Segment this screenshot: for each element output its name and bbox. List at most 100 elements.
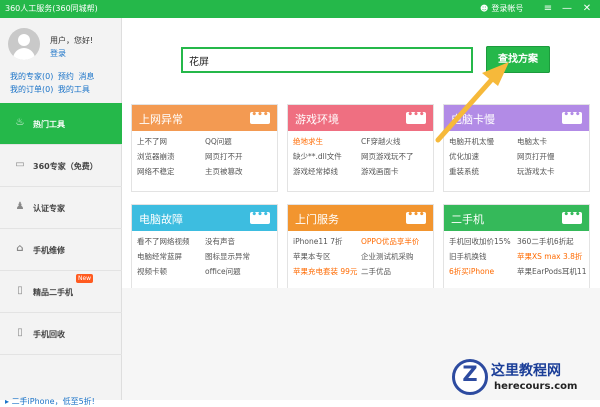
quick-links: 我的专家(0) 预约 消息 我的订单(0) 我的工具 xyxy=(10,70,118,96)
card-link[interactable]: 苹果EarPods耳机11 xyxy=(517,267,586,277)
promo-link[interactable]: ▸ 二手iPhone，低至5折! xyxy=(5,396,95,407)
sidebar-item-used-phones[interactable]: ▯ 精品二手机 New xyxy=(0,271,122,313)
site-watermark: Z 这里教程网 herecours.com xyxy=(452,357,600,400)
more-icon[interactable]: ••• xyxy=(562,211,582,224)
card-link[interactable]: 苹果充电套装 99元 xyxy=(293,267,357,277)
sidebar-item-certified-expert[interactable]: ♟ 认证专家 xyxy=(0,187,122,229)
sidebar-item-label: 热门工具 xyxy=(33,120,65,129)
card-title: 上网异常 xyxy=(139,113,183,126)
avatar[interactable] xyxy=(8,28,40,60)
minimize-icon[interactable]: — xyxy=(560,2,574,16)
card-link[interactable]: 游戏画面卡 xyxy=(361,167,399,177)
my-experts-link[interactable]: 我的专家(0) xyxy=(10,72,53,81)
appointment-link[interactable]: 预约 xyxy=(58,72,74,81)
sidebar-item-hot-tools[interactable]: ♨ 热门工具 xyxy=(0,103,122,145)
card-link[interactable]: 缺少**.dll文件 xyxy=(293,152,342,162)
sidebar: 用户，您好! 登录 我的专家(0) 预约 消息 我的订单(0) 我的工具 ♨ 热… xyxy=(0,18,122,406)
watermark-url: herecours.com xyxy=(494,381,578,392)
more-icon[interactable]: ••• xyxy=(250,211,270,224)
new-badge: New xyxy=(76,274,94,283)
card-link[interactable]: 网页打不开 xyxy=(205,152,243,162)
card-items: 看不了网络视频 没有声音电脑经常蓝屏 图标显示异常视频卡顿 office问题 xyxy=(132,231,277,293)
card-link[interactable]: 电脑经常蓝屏 xyxy=(137,252,182,262)
category-card: 电脑故障 ••• 看不了网络视频 没有声音电脑经常蓝屏 图标显示异常视频卡顿 office… xyxy=(131,204,278,292)
card-link[interactable]: 手机回收加价15% xyxy=(449,237,511,247)
card-link[interactable]: 玩游戏太卡 xyxy=(517,167,555,177)
card-link[interactable]: 360二手机6折起 xyxy=(517,237,574,247)
card-link[interactable]: 上不了网 xyxy=(137,137,167,147)
messages-link[interactable]: 消息 xyxy=(78,72,94,81)
close-icon[interactable]: ✕ xyxy=(580,2,594,16)
card-link[interactable]: CF穿越火线 xyxy=(361,137,401,147)
category-card: 上网异常 ••• 上不了网 QQ问题浏览器崩溃 网页打不开网络不稳定 主页被篡改 xyxy=(131,104,278,192)
card-header: 二手机 ••• xyxy=(444,205,589,231)
megaphone-icon: ▸ xyxy=(5,397,10,406)
card-link[interactable]: office问题 xyxy=(205,267,241,277)
sidebar-item-360-expert[interactable]: ▭ 360专家（免费） xyxy=(0,145,122,187)
card-link[interactable]: OPPO优品享半价 xyxy=(361,237,419,247)
card-link[interactable]: 浏览器崩溃 xyxy=(137,152,175,162)
home-icon: ⌂ xyxy=(16,243,24,254)
flame-icon: ♨ xyxy=(15,117,25,128)
login-account-label: 登录帐号 xyxy=(491,4,524,13)
card-link[interactable]: 看不了网络视频 xyxy=(137,237,190,247)
card-link[interactable]: QQ问题 xyxy=(205,137,232,147)
card-link[interactable]: 电脑太卡 xyxy=(517,137,547,147)
card-link[interactable]: 苹果XS max 3.8折 xyxy=(517,252,582,262)
card-header: 游戏环境 ••• xyxy=(288,105,433,131)
card-link[interactable]: 网页打开慢 xyxy=(517,152,555,162)
category-card: 电脑卡慢 ••• 电脑开机太慢 电脑太卡 优化加速 网页打开慢 重装系统 玩游戏太卡 xyxy=(443,104,590,192)
card-link[interactable]: 网页游戏玩不了 xyxy=(361,152,414,162)
more-icon[interactable]: ••• xyxy=(562,111,582,124)
card-link[interactable]: 旧手机换钱 xyxy=(449,252,487,262)
card-link[interactable]: 网络不稳定 xyxy=(137,167,175,177)
card-link[interactable]: 重装系统 xyxy=(449,167,479,177)
login-account-link[interactable]: ☻ 登录帐号 xyxy=(480,3,523,14)
card-link[interactable]: 二手优品 xyxy=(361,267,391,277)
phone-icon: ▯ xyxy=(17,327,23,338)
sidebar-item-label: 360专家（免费） xyxy=(33,162,98,171)
login-link[interactable]: 登录 xyxy=(50,48,66,59)
more-icon[interactable]: ••• xyxy=(406,211,426,224)
my-orders-link[interactable]: 我的订单(0) xyxy=(10,85,53,94)
monitor-icon: ▭ xyxy=(15,159,25,170)
card-items: 上不了网 QQ问题浏览器崩溃 网页打不开网络不稳定 主页被篡改 xyxy=(132,131,277,193)
card-title: 电脑故障 xyxy=(139,213,183,226)
card-items: 绝地求生 CF穿越火线缺少**.dll文件 网页游戏玩不了游戏经常掉线 游戏画面卡 xyxy=(288,131,433,193)
card-link[interactable]: 电脑开机太慢 xyxy=(449,137,494,147)
category-card: 上门服务 ••• iPhone11 7折 OPPO优品享半价苹果本专区 企业测试机采购苹… xyxy=(287,204,434,292)
card-title: 上门服务 xyxy=(295,213,339,226)
sidebar-item-label: 手机回收 xyxy=(33,330,65,339)
user-greeting: 用户，您好! xyxy=(50,36,94,45)
card-link[interactable]: 游戏经常掉线 xyxy=(293,167,338,177)
sidebar-nav: ♨ 热门工具 ▭ 360专家（免费） ♟ 认证专家 ⌂ 手机维修 ▯ 精品二手机… xyxy=(0,103,122,355)
menu-icon[interactable]: ≡ xyxy=(541,2,555,16)
more-icon[interactable]: ••• xyxy=(250,111,270,124)
sidebar-item-phone-recycle[interactable]: ▯ 手机回收 xyxy=(0,313,122,355)
card-link[interactable]: iPhone11 7折 xyxy=(293,237,343,247)
find-solution-button[interactable]: 查找方案 xyxy=(486,46,550,73)
card-link[interactable]: 绝地求生 xyxy=(293,137,323,147)
more-icon[interactable]: ••• xyxy=(406,111,426,124)
card-link[interactable]: 6折买iPhone xyxy=(449,267,494,277)
card-link[interactable]: 主页被篡改 xyxy=(205,167,243,177)
phone-icon: ▯ xyxy=(17,285,23,296)
avatar-body-shape xyxy=(13,48,35,60)
sidebar-item-phone-repair[interactable]: ⌂ 手机维修 xyxy=(0,229,122,271)
avatar-head-shape xyxy=(18,34,30,46)
card-link[interactable]: 图标显示异常 xyxy=(205,252,250,262)
sidebar-item-label: 手机维修 xyxy=(33,246,65,255)
sidebar-item-label: 认证专家 xyxy=(33,204,65,213)
card-link[interactable]: 企业测试机采购 xyxy=(361,252,414,262)
search-input[interactable] xyxy=(181,47,473,73)
card-link[interactable]: 没有声音 xyxy=(205,237,235,247)
my-tools-link[interactable]: 我的工具 xyxy=(58,85,90,94)
card-link[interactable]: 苹果本专区 xyxy=(293,252,331,262)
card-link[interactable]: 优化加速 xyxy=(449,152,479,162)
user-icon: ♟ xyxy=(15,201,25,212)
card-items: iPhone11 7折 OPPO优品享半价苹果本专区 企业测试机采购 苹果充电套装 9… xyxy=(288,231,433,293)
card-header: 上网异常 ••• xyxy=(132,105,277,131)
user-icon: ☻ xyxy=(480,4,489,13)
card-link[interactable]: 视频卡顿 xyxy=(137,267,167,277)
card-items: 手机回收加价15% 360二手机6折起旧手机换钱 苹果XS max 3.8折 6折买i… xyxy=(444,231,589,293)
